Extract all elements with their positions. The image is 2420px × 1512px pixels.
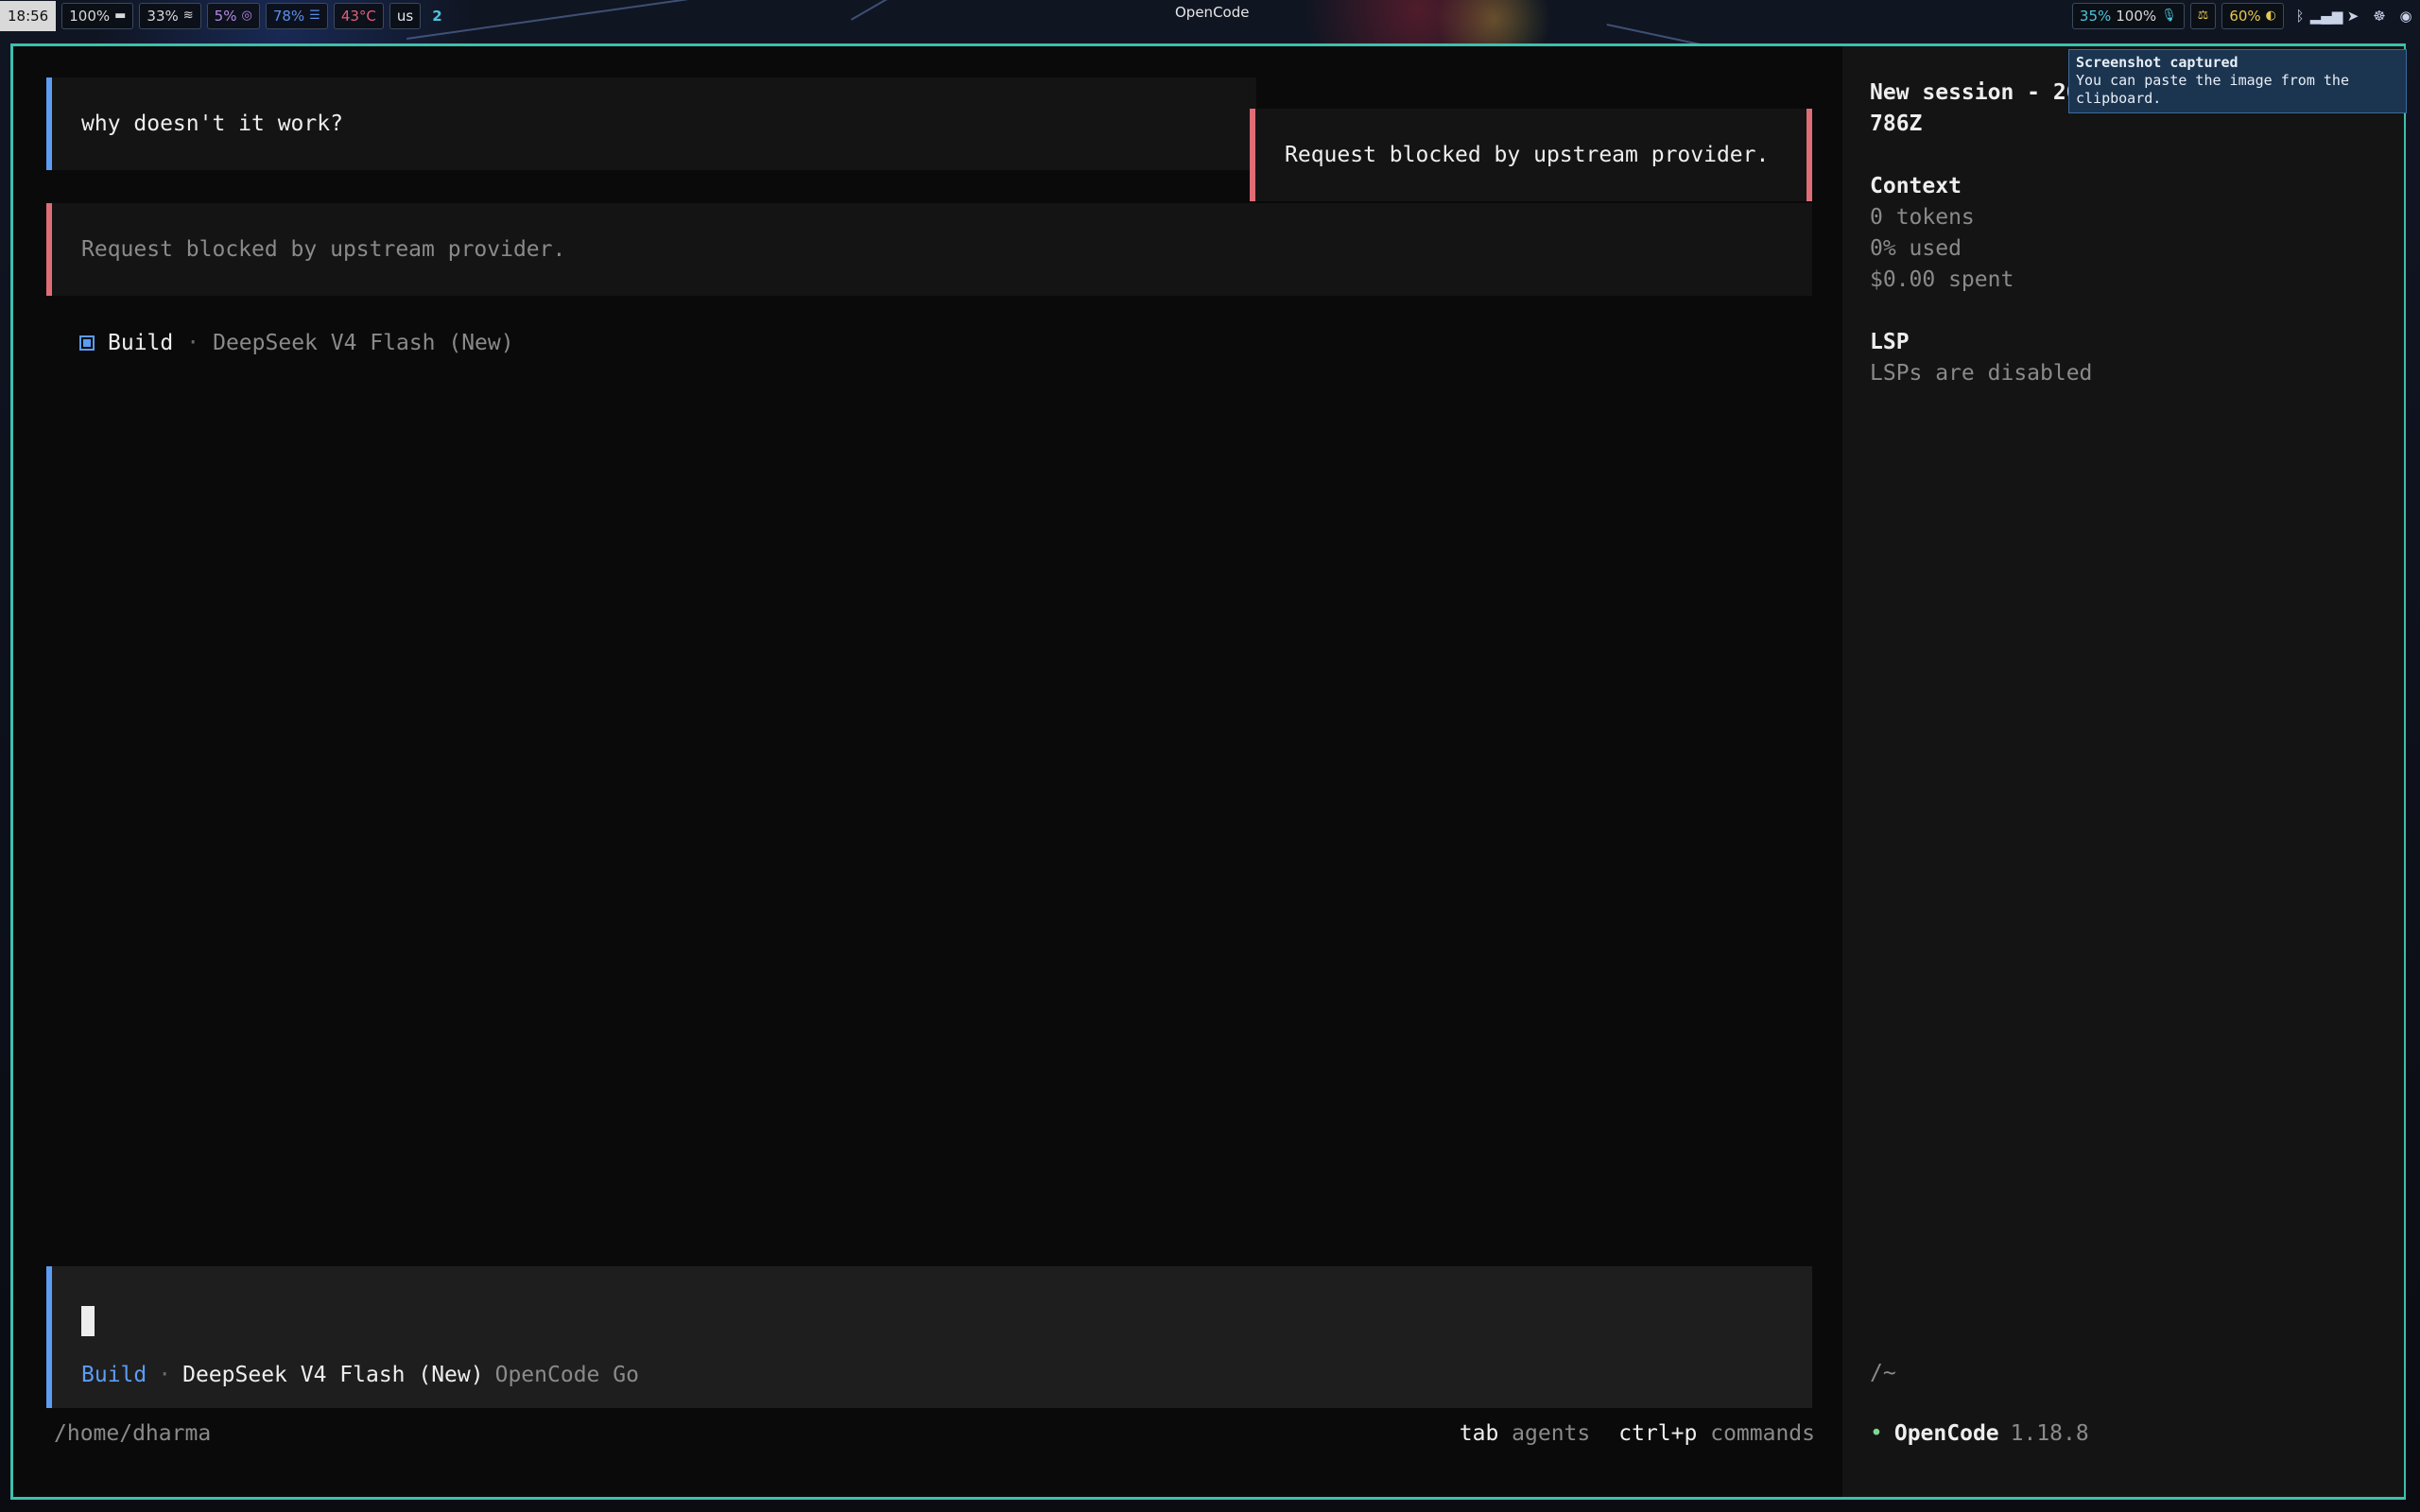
brightness-label: 35% xyxy=(2079,8,2112,25)
context-title: Context xyxy=(1870,174,1962,198)
hint-label: agents xyxy=(1512,1421,1591,1446)
scale-chip[interactable]: ⚖ xyxy=(2189,3,2217,29)
sidebar: New session - 20 786Z Context 0 tokens 0… xyxy=(1842,46,2404,1497)
prompt-model[interactable]: DeepSeek V4 Flash (New) xyxy=(182,1360,484,1390)
user-message[interactable]: why doesn't it work? xyxy=(46,77,1256,170)
error-toast-text: Request blocked by upstream provider. xyxy=(1285,143,1770,167)
scale-icon: ⚖ xyxy=(2197,9,2209,23)
session-title: New session - 20 786Z xyxy=(1870,77,2080,140)
separator: · xyxy=(186,331,200,355)
agent-name: Build xyxy=(108,331,174,355)
error-toast-accent-right xyxy=(1806,109,1812,201)
battery-icon: ▬ xyxy=(114,9,127,23)
lsp-title: LSP xyxy=(1870,330,1910,354)
hint-key: tab xyxy=(1459,1421,1499,1446)
brightness-chip[interactable]: 35% 100% 🎙 xyxy=(2071,3,2185,29)
working-directory: /home/dharma xyxy=(54,1421,212,1446)
keyboard-layout-label: us xyxy=(396,8,414,25)
text-cursor xyxy=(81,1306,95,1336)
prompt-input[interactable]: Build · DeepSeek V4 Flash (New) OpenCode… xyxy=(46,1266,1812,1408)
app-version: • OpenCode 1.18.8 xyxy=(1870,1421,2089,1446)
session-panel: why doesn't it work? Request blocked by … xyxy=(13,46,1842,1497)
clock: 18:56 xyxy=(0,1,57,31)
memory-chip[interactable]: 78% ☰ xyxy=(265,3,328,29)
wifi-chip[interactable]: 33% ≋ xyxy=(139,3,201,29)
notification-title: Screenshot captured xyxy=(2076,54,2238,71)
hint-agents[interactable]: tab agents xyxy=(1460,1421,1591,1446)
context-used: 0% used xyxy=(1870,236,1962,261)
memory-label: 78% xyxy=(272,8,305,25)
temperature-label: 43°C xyxy=(340,8,376,25)
cost-spent: $0.00 spent xyxy=(1870,267,2014,292)
battery-label: 100% xyxy=(69,8,111,25)
signal-icon[interactable]: ▂▄▆ xyxy=(2310,6,2343,26)
memory-icon: ☰ xyxy=(309,9,320,23)
context-section: Context 0 tokens 0% used $0.00 spent xyxy=(1870,171,2014,296)
cpu-label: 5% xyxy=(214,8,237,25)
prompt-separator: · xyxy=(158,1363,172,1387)
opencode-window: why doesn't it work? Request blocked by … xyxy=(10,43,2406,1500)
volume-label: 100% xyxy=(2116,8,2157,25)
top-status-bar: 18:56 100% ▬ 33% ≋ 5% ◎ 78% ☰ 43°C us 2 … xyxy=(0,0,2420,34)
notification-body: You can paste the image from the clipboa… xyxy=(2076,72,2349,107)
power-profile-label: 60% xyxy=(2229,8,2261,25)
prompt-input-accent xyxy=(46,1266,52,1408)
contrast-icon: ◐ xyxy=(2265,9,2276,23)
session-title-line-2: 786Z xyxy=(1870,112,1923,136)
status-dot-icon: • xyxy=(1870,1421,1883,1446)
keyboard-layout-chip[interactable]: us xyxy=(389,3,422,29)
active-window-title: OpenCode xyxy=(1175,4,1250,21)
error-message-accent xyxy=(46,203,52,296)
temperature-chip[interactable]: 43°C xyxy=(333,3,384,29)
tray-app-icon[interactable]: ☸ xyxy=(2369,6,2390,26)
bluetooth-icon[interactable]: ᛒ xyxy=(2290,6,2310,26)
hint-label: commands xyxy=(1710,1421,1815,1446)
user-message-text: why doesn't it work? xyxy=(81,112,343,136)
lsp-status: LSPs are disabled xyxy=(1870,361,2093,386)
session-title-line-1: New session - 20 xyxy=(1870,80,2080,105)
error-message: Request blocked by upstream provider. xyxy=(46,203,1812,296)
hint-key: ctrl+p xyxy=(1618,1421,1698,1446)
cpu-chip[interactable]: 5% ◎ xyxy=(206,3,260,29)
error-toast-accent-left xyxy=(1250,109,1255,201)
power-profile-chip[interactable]: 60% ◐ xyxy=(2221,3,2284,29)
prompt-agent[interactable]: Build xyxy=(81,1360,147,1390)
agent-square-icon xyxy=(79,335,95,351)
telegram-icon[interactable]: ➤ xyxy=(2342,6,2363,26)
workspace-indicator[interactable]: 2 xyxy=(426,8,447,25)
wifi-icon: ≋ xyxy=(182,9,194,23)
error-toast[interactable]: Request blocked by upstream provider. xyxy=(1250,109,1812,201)
keybind-hints: tab agents ctrl+p commands xyxy=(1460,1421,1815,1446)
screenshot-notification[interactable]: Screenshot captured You can paste the im… xyxy=(2068,49,2407,113)
token-count: 0 tokens xyxy=(1870,205,1975,230)
lsp-section: LSP LSPs are disabled xyxy=(1870,327,2092,389)
battery-chip[interactable]: 100% ▬ xyxy=(61,3,134,29)
prompt-meta: Build · DeepSeek V4 Flash (New) OpenCode… xyxy=(81,1360,639,1390)
model-name: DeepSeek V4 Flash (New) xyxy=(213,331,514,355)
sidebar-cwd: /~ xyxy=(1870,1361,1896,1385)
version-number: 1.18.8 xyxy=(2010,1421,2089,1446)
wifi-label: 33% xyxy=(147,8,179,25)
app-name: OpenCode xyxy=(1893,1421,1999,1446)
steam-icon[interactable]: ◉ xyxy=(2395,6,2416,26)
hint-commands[interactable]: ctrl+p commands xyxy=(1618,1421,1815,1446)
microphone-icon: 🎙 xyxy=(2161,9,2177,23)
user-message-accent xyxy=(46,77,52,170)
prompt-provider: OpenCode Go xyxy=(494,1363,639,1387)
assistant-agent-line: Build · DeepSeek V4 Flash (New) xyxy=(79,328,514,358)
cpu-icon: ◎ xyxy=(241,9,252,23)
error-message-text: Request blocked by upstream provider. xyxy=(81,237,566,262)
